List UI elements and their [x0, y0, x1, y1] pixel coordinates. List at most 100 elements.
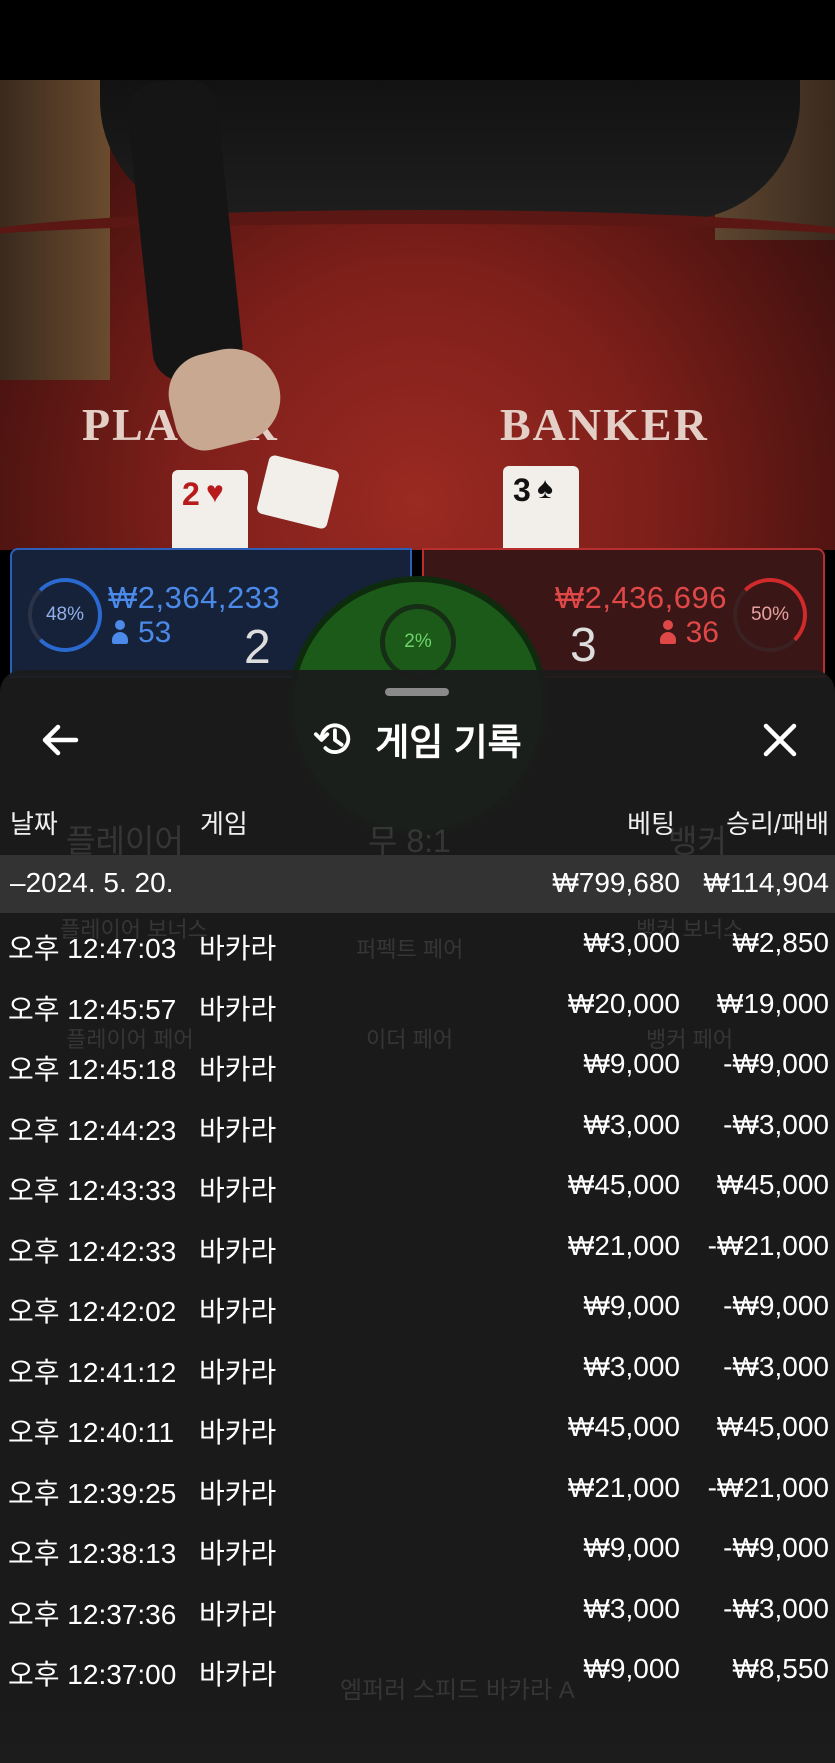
- row-game: 바카라: [199, 933, 277, 964]
- row-time: 오후 12:37:36: [8, 1598, 177, 1630]
- banker-percent: 50%: [750, 604, 790, 625]
- row-bet: ₩9,000: [583, 1048, 681, 1079]
- page-title: 게임 기록: [375, 722, 522, 763]
- drag-handle[interactable]: [385, 688, 449, 696]
- player-count: 53: [112, 616, 171, 650]
- table-row[interactable]: 오후 12:45:18 바카라 ₩9,000 -₩9,000: [0, 1034, 835, 1095]
- row-bet: ₩3,000: [583, 1108, 681, 1140]
- row-bet: ₩9,000: [583, 1532, 681, 1563]
- row-game: 바카라: [199, 1235, 277, 1267]
- row-bet: ₩3,000: [583, 1350, 681, 1382]
- column-header-bet: 베팅: [627, 809, 675, 839]
- row-time: 오후 12:45:57: [8, 993, 177, 1025]
- row-time: 오후 12:39:25: [8, 1477, 177, 1509]
- table-row[interactable]: 오후 12:40:11 바카라 ₩45,000 ₩45,000: [0, 1397, 835, 1458]
- column-header-result: 승리/패배: [726, 809, 829, 839]
- row-time: 오후 12:42:02: [8, 1296, 177, 1327]
- table-row[interactable]: 오후 12:42:02 바카라 ₩9,000 -₩9,000: [0, 1276, 835, 1337]
- person-icon: [112, 620, 128, 644]
- player-percent-ring: 48%: [28, 578, 102, 652]
- history-list: 오후 12:47:03 바카라 ₩3,000 ₩2,850 오후 12:45:57 바카…: [0, 913, 835, 1700]
- table-row[interactable]: 오후 12:43:33 바카라 ₩45,000 ₩45,000: [0, 1155, 835, 1216]
- tie-percent-ring: 2%: [380, 604, 456, 680]
- banker-total-bet: ₩2,436,696: [554, 580, 727, 615]
- row-bet: ₩3,000: [583, 1592, 681, 1624]
- row-result: -₩21,000: [707, 1471, 829, 1503]
- live-video: PLAYER BANKER 2 ♥ ♥ 2 3 ♠ ♠ 3: [0, 80, 835, 550]
- table-edge: [0, 210, 835, 270]
- card-rank: 2: [182, 476, 200, 512]
- row-result: -₩3,000: [723, 1350, 829, 1382]
- row-bet: ₩21,000: [567, 1471, 680, 1503]
- row-bet: ₩20,000: [567, 987, 680, 1019]
- row-time: 오후 12:47:03: [8, 933, 177, 964]
- row-bet: ₩45,000: [567, 1169, 680, 1200]
- table-row[interactable]: 오후 12:38:13 바카라 ₩9,000 -₩9,000: [0, 1518, 835, 1579]
- table-row[interactable]: 오후 12:47:03 바카라 ₩3,000 ₩2,850: [0, 913, 835, 974]
- row-time: 오후 12:38:13: [8, 1538, 177, 1569]
- row-result: -₩3,000: [723, 1108, 829, 1140]
- list-fade: [0, 1700, 835, 1763]
- table-row[interactable]: 오후 12:42:33 바카라 ₩21,000 -₩21,000: [0, 1216, 835, 1277]
- heart-icon: ♥: [206, 476, 224, 509]
- row-game: 바카라: [199, 1356, 277, 1388]
- spade-icon: ♠: [537, 472, 553, 505]
- table-row[interactable]: 오후 12:37:36 바카라 ₩3,000 -₩3,000: [0, 1579, 835, 1640]
- row-result: ₩45,000: [716, 1169, 829, 1200]
- row-result: -₩9,000: [723, 1532, 829, 1563]
- row-time: 오후 12:43:33: [8, 1175, 177, 1206]
- row-result: -₩9,000: [723, 1048, 829, 1079]
- row-game: 바카라: [199, 1477, 277, 1509]
- row-time: 오후 12:44:23: [8, 1114, 177, 1146]
- row-result: -₩21,000: [707, 1229, 829, 1261]
- banker-count-value: 36: [685, 616, 719, 649]
- row-game: 바카라: [199, 1296, 277, 1327]
- row-bet: ₩21,000: [567, 1229, 680, 1261]
- player-count-value: 53: [138, 616, 172, 649]
- row-time: 오후 12:42:33: [8, 1235, 177, 1267]
- table-row[interactable]: 오후 12:39:25 바카라 ₩21,000 -₩21,000: [0, 1458, 835, 1519]
- row-game: 바카라: [199, 1417, 277, 1448]
- row-result: ₩2,850: [732, 927, 830, 958]
- date-group-bet-total: ₩799,680: [552, 867, 680, 898]
- row-result: -₩9,000: [723, 1290, 829, 1321]
- card-rank: 3: [513, 472, 531, 508]
- table-row[interactable]: 오후 12:41:12 바카라 ₩3,000 -₩3,000: [0, 1337, 835, 1398]
- banker-percent-ring: 50%: [733, 578, 807, 652]
- row-bet: ₩9,000: [583, 1653, 681, 1684]
- close-button[interactable]: [758, 718, 802, 762]
- history-clock-icon: [314, 723, 351, 754]
- column-header-date: 날짜: [10, 809, 58, 839]
- row-game: 바카라: [199, 1054, 277, 1085]
- date-group-label: –2024. 5. 20.: [10, 867, 174, 898]
- player-total-bet: ₩2,364,233: [108, 580, 281, 615]
- row-time: 오후 12:37:00: [8, 1659, 177, 1690]
- player-card-face-down: [255, 454, 341, 530]
- row-time: 오후 12:45:18: [8, 1054, 177, 1085]
- game-history-sheet: 플레이어 무 8:1 뱅커 플레이어 보너스 퍼펙트 페어 뱅커 보너스 이더 …: [0, 670, 835, 1763]
- banker-count: 36: [659, 616, 719, 650]
- table-label-banker: BANKER: [500, 399, 709, 450]
- status-bar: [0, 0, 835, 80]
- banker-score: 3: [570, 619, 597, 672]
- row-bet: ₩45,000: [567, 1411, 680, 1442]
- sheet-header: 게임 기록: [0, 714, 835, 764]
- row-game: 바카라: [199, 1538, 277, 1569]
- date-group-row[interactable]: –2024. 5. 20. ₩799,680 ₩114,904: [0, 855, 835, 913]
- row-game: 바카라: [199, 1659, 277, 1690]
- row-game: 바카라: [199, 1175, 277, 1206]
- date-group-result-total: ₩114,904: [703, 867, 829, 898]
- row-game: 바카라: [199, 993, 277, 1025]
- person-icon: [659, 620, 676, 644]
- row-time: 오후 12:41:12: [8, 1356, 177, 1388]
- banker-card: 3 ♠ ♠ 3: [503, 466, 579, 550]
- column-header-game: 게임: [200, 809, 248, 839]
- table-row[interactable]: 오후 12:45:57 바카라 ₩20,000 ₩19,000: [0, 974, 835, 1035]
- table-row[interactable]: 오후 12:44:23 바카라 ₩3,000 -₩3,000: [0, 1095, 835, 1156]
- row-result: ₩8,550: [732, 1653, 830, 1684]
- table-row[interactable]: 오후 12:37:00 바카라 ₩9,000 ₩8,550: [0, 1639, 835, 1700]
- row-game: 바카라: [199, 1114, 277, 1146]
- player-card: 2 ♥ ♥ 2: [172, 470, 248, 550]
- row-game: 바카라: [199, 1598, 277, 1630]
- bet-stats-bar: 48% ₩2,364,233 53 2 50% ₩2,436,696 36 2%…: [10, 548, 825, 836]
